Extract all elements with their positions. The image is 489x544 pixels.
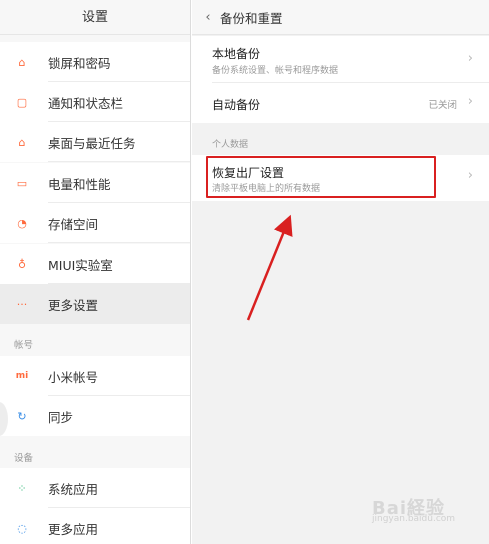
sidebar-item-label: 小米帐号 [48, 369, 99, 385]
sidebar-item-storage[interactable]: ◔ 存储空间 [0, 203, 190, 243]
sidebar-item-label: MIUI实验室 [48, 257, 113, 273]
sidebar-item-battery[interactable]: ▭ 电量和性能 [0, 163, 190, 203]
sidebar-item-more-settings[interactable]: ··· 更多设置 [0, 284, 190, 324]
sidebar-item-label: 存储空间 [48, 216, 99, 232]
apps-icon: ⁘ [17, 481, 27, 495]
lock-icon: ⌂ [18, 55, 26, 69]
sidebar-item-miui-lab[interactable]: ♁ MIUI实验室 [0, 244, 190, 284]
sidebar-item-system-apps[interactable]: ⁘ 系统应用 [0, 468, 190, 508]
battery-icon: ▭ [16, 176, 28, 190]
sidebar-item-label: 更多设置 [48, 297, 99, 313]
sidebar-item-sync[interactable]: ↻ 同步 [0, 396, 190, 436]
section-header-personal-data: 个人数据 [212, 140, 249, 150]
chevron-right-icon: › [467, 94, 473, 109]
sidebar-title: 设置 [0, 0, 190, 35]
sidebar-item-label: 桌面与最近任务 [48, 135, 136, 151]
sidebar-item-label: 同步 [48, 409, 74, 425]
back-arrow-icon[interactable]: ‹ [198, 10, 218, 25]
local-backup-title: 本地备份 [212, 47, 261, 61]
mi-icon: mi [15, 371, 29, 381]
home-icon: ⌂ [18, 135, 26, 149]
page-title: 备份和重置 [220, 10, 283, 26]
section-header-account: 帐号 [14, 340, 34, 351]
sidebar-item-label: 系统应用 [48, 481, 99, 497]
sidebar-item-label: 通知和状态栏 [48, 95, 124, 111]
sidebar-item-home[interactable]: ⌂ 桌面与最近任务 [0, 122, 190, 162]
sync-icon: ↻ [17, 409, 27, 423]
section-header-device: 设备 [14, 453, 34, 464]
chevron-right-icon: › [467, 168, 473, 183]
sidebar-item-label: 更多应用 [48, 521, 99, 537]
detail-pane: ‹ 备份和重置 本地备份 备份系统设置、帐号和程序数据 › 自动备份 已关闭 ›… [192, 0, 489, 544]
sidebar-item-notifications[interactable]: ▢ 通知和状态栏 [0, 82, 190, 122]
factory-reset-item[interactable]: 恢复出厂设置 清除平板电脑上的所有数据 › [192, 155, 489, 201]
watermark-url: jingyan.baidu.com [372, 514, 456, 524]
local-backup-subtitle: 备份系统设置、帐号和程序数据 [212, 66, 339, 76]
more-icon: ··· [16, 297, 28, 311]
notification-icon: ▢ [16, 95, 28, 109]
chevron-right-icon: › [467, 51, 473, 66]
auto-backup-item[interactable]: 自动备份 已关闭 › [192, 83, 489, 123]
storage-icon: ◔ [17, 216, 27, 230]
factory-reset-title: 恢复出厂设置 [212, 166, 285, 180]
sidebar-item-lock-screen[interactable]: ⌂ 锁屏和密码 [0, 42, 190, 82]
sidebar-item-label: 电量和性能 [48, 176, 111, 192]
sidebar-item-mi-account[interactable]: mi 小米帐号 [0, 356, 190, 396]
auto-backup-status: 已关闭 [428, 100, 457, 111]
local-backup-item[interactable]: 本地备份 备份系统设置、帐号和程序数据 › [192, 36, 489, 83]
detail-header: ‹ 备份和重置 [192, 0, 489, 35]
factory-reset-subtitle: 清除平板电脑上的所有数据 [212, 184, 321, 194]
settings-sidebar: 设置 ⌂ 锁屏和密码 ▢ 通知和状态栏 ⌂ 桌面与最近任务 ▭ 电量和性能 ◔ … [0, 0, 191, 544]
sidebar-item-more-apps[interactable]: ◌ 更多应用 [0, 508, 190, 544]
auto-backup-title: 自动备份 [212, 98, 261, 112]
lab-icon: ♁ [17, 257, 27, 271]
more-apps-icon: ◌ [17, 521, 27, 535]
sidebar-item-label: 锁屏和密码 [48, 55, 111, 71]
